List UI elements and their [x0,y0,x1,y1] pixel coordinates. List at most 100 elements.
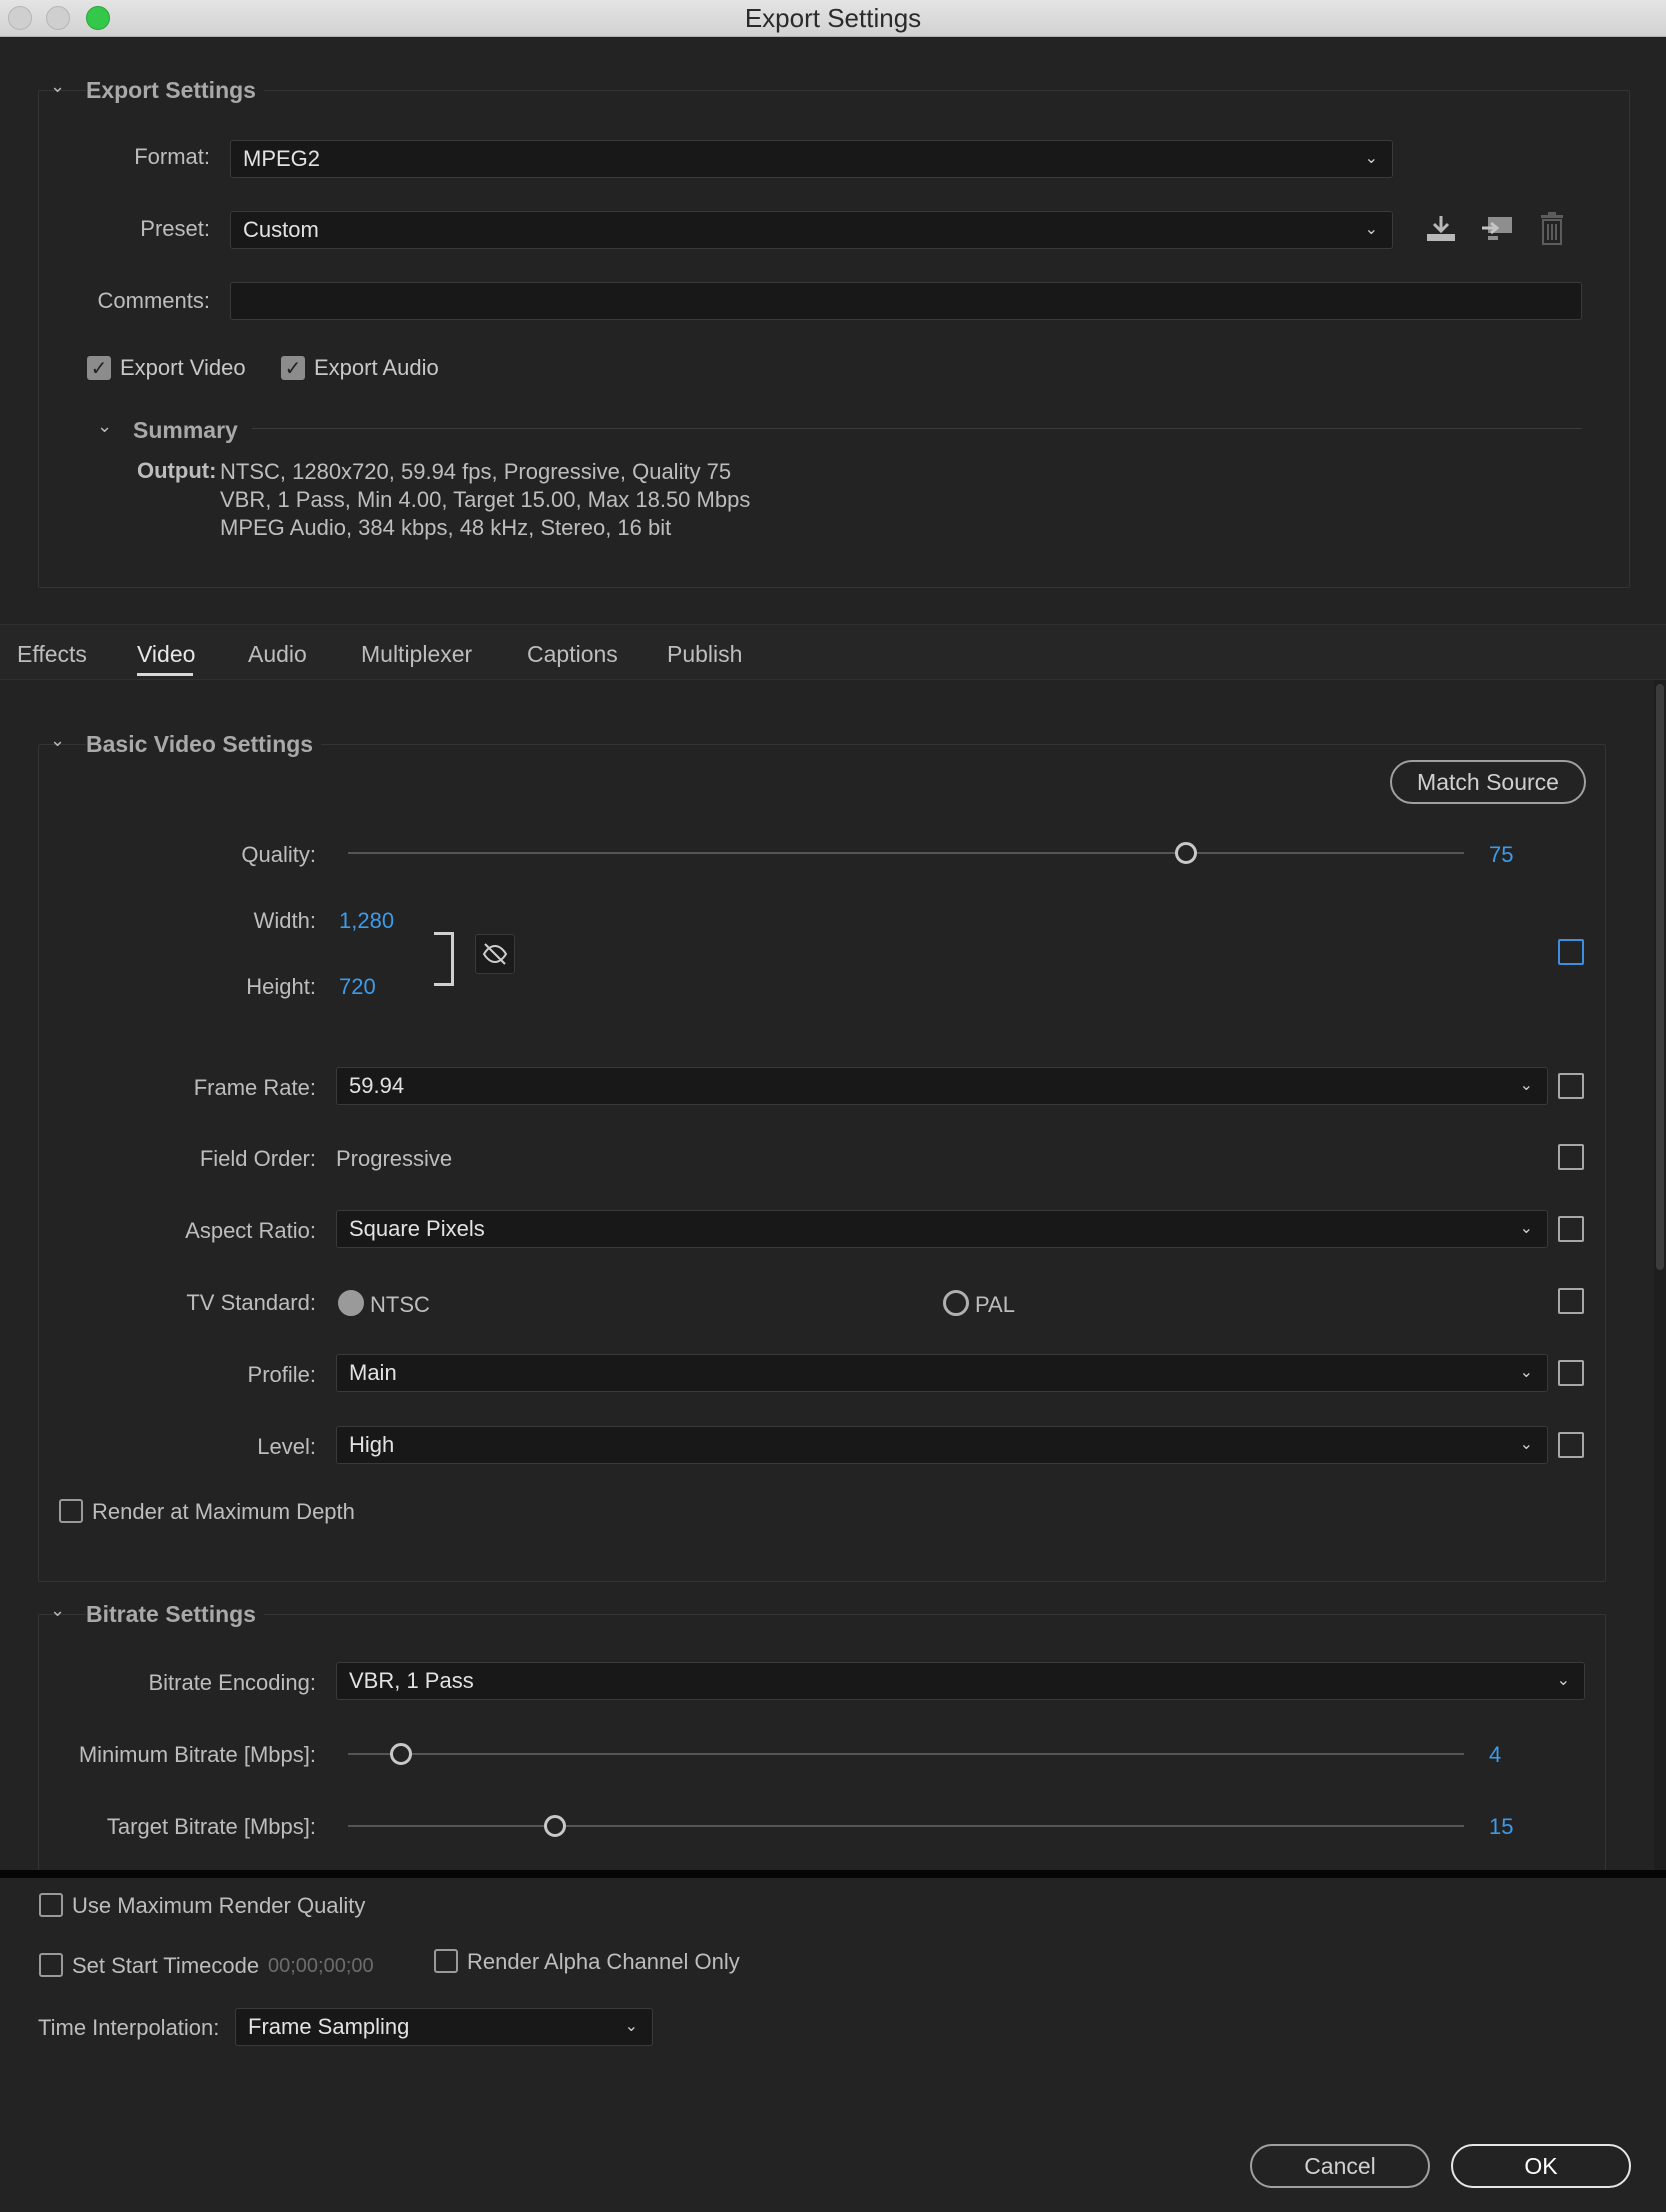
output-line: NTSC, 1280x720, 59.94 fps, Progressive, … [220,459,732,484]
trash-icon[interactable] [1538,212,1566,252]
tab-publish[interactable]: Publish [667,641,742,668]
save-preset-icon[interactable] [1424,214,1458,250]
footer-divider [0,1870,1666,1878]
chevron-down-icon[interactable]: ⌄ [50,1600,65,1621]
pal-radio[interactable] [943,1290,969,1316]
tab-multiplexer[interactable]: Multiplexer [361,641,472,668]
export-audio-checkbox[interactable]: ✓ [281,356,305,380]
frame-rate-match-checkbox[interactable] [1558,1073,1584,1099]
format-value: MPEG2 [243,146,321,171]
output-line: VBR, 1 Pass, Min 4.00, Target 15.00, Max… [220,487,751,512]
preset-label: Preset: [140,216,210,241]
width-value[interactable]: 1,280 [339,908,394,934]
scrollbar-thumb[interactable] [1656,684,1664,1270]
preset-value: Custom [243,217,319,242]
profile-value: Main [349,1360,397,1385]
quality-slider-handle[interactable] [1175,842,1197,864]
height-label: Height: [246,974,316,999]
bitrate-encoding-label: Bitrate Encoding: [148,1670,316,1695]
chevron-down-icon[interactable]: ⌄ [97,416,112,437]
window-title: Export Settings [744,3,922,33]
profile-dropdown[interactable]: Main ⌄ [336,1354,1548,1392]
field-order-value: Progressive [336,1146,453,1171]
tab-bar: Effects Video Audio Multiplexer Captions… [0,624,1666,680]
active-tab-indicator [137,673,193,676]
match-source-button[interactable]: Match Source [1390,760,1586,804]
profile-label: Profile: [247,1362,316,1387]
target-bitrate-slider-handle[interactable] [544,1815,566,1837]
min-bitrate-slider[interactable] [348,1753,1464,1755]
format-label: Format: [134,144,210,169]
output-line: MPEG Audio, 384 kbps, 48 kHz, Stereo, 16… [220,515,672,540]
max-render-quality-label: Use Maximum Render Quality [72,1893,366,1918]
chevron-down-icon: ⌄ [1364,221,1378,238]
comments-field[interactable] [230,282,1582,320]
preset-dropdown[interactable]: Custom ⌄ [230,211,1393,249]
time-interpolation-value: Frame Sampling [248,2014,410,2039]
aspect-ratio-match-checkbox[interactable] [1558,1216,1584,1242]
cancel-button[interactable]: Cancel [1250,2144,1430,2188]
time-interpolation-dropdown[interactable]: Frame Sampling ⌄ [235,2008,653,2046]
bitrate-encoding-value: VBR, 1 Pass [349,1668,474,1693]
profile-match-checkbox[interactable] [1558,1360,1584,1386]
bitrate-title: Bitrate Settings [86,1601,264,1628]
comments-label: Comments: [97,288,210,313]
format-dropdown[interactable]: MPEG2 ⌄ [230,140,1393,178]
summary-title: Summary [133,417,238,443]
chevron-down-icon: ⌄ [1556,1672,1570,1689]
level-dropdown[interactable]: High ⌄ [336,1426,1548,1464]
ntsc-label: NTSC [370,1292,430,1317]
render-max-depth-checkbox[interactable] [59,1499,83,1523]
ntsc-radio[interactable] [338,1290,364,1316]
title-bar: Export Settings [0,0,1666,37]
pal-label: PAL [975,1292,1015,1317]
scrollbar-track[interactable] [1654,680,1666,1870]
frame-rate-dropdown[interactable]: 59.94 ⌄ [336,1067,1548,1105]
chevron-down-icon: ⌄ [1519,1436,1533,1453]
render-alpha-checkbox[interactable] [434,1949,458,1973]
frame-rate-label: Frame Rate: [193,1075,316,1100]
start-timecode-value[interactable]: 00;00;00;00 [268,1955,374,1978]
quality-label: Quality: [241,842,316,867]
export-settings-title: Export Settings [86,77,264,104]
set-start-timecode-checkbox[interactable] [39,1953,63,1977]
aspect-ratio-label: Aspect Ratio: [185,1218,316,1243]
chevron-down-icon: ⌄ [624,2018,638,2035]
ok-button[interactable]: OK [1451,2144,1631,2188]
chevron-down-icon: ⌄ [1519,1364,1533,1381]
import-preset-icon[interactable] [1480,214,1514,250]
export-video-label: Export Video [120,355,246,380]
unlink-icon[interactable] [475,934,515,974]
tab-audio[interactable]: Audio [248,641,307,668]
tab-video[interactable]: Video [137,641,195,668]
render-alpha-label: Render Alpha Channel Only [467,1949,740,1974]
quality-slider[interactable] [348,852,1464,854]
chevron-down-icon[interactable]: ⌄ [50,76,65,97]
level-match-checkbox[interactable] [1558,1432,1584,1458]
bitrate-encoding-dropdown[interactable]: VBR, 1 Pass ⌄ [336,1662,1585,1700]
min-bitrate-value[interactable]: 4 [1489,1742,1501,1768]
target-bitrate-value[interactable]: 15 [1489,1814,1513,1840]
min-bitrate-slider-handle[interactable] [390,1743,412,1765]
chevron-down-icon[interactable]: ⌄ [50,730,65,751]
chevron-down-icon: ⌄ [1364,150,1378,167]
field-order-match-checkbox[interactable] [1558,1144,1584,1170]
quality-value[interactable]: 75 [1489,842,1513,868]
max-render-quality-checkbox[interactable] [39,1893,63,1917]
tab-captions[interactable]: Captions [527,641,618,668]
target-bitrate-slider[interactable] [348,1825,1464,1827]
export-video-checkbox[interactable]: ✓ [87,356,111,380]
tab-effects[interactable]: Effects [17,641,87,668]
link-bracket [434,932,454,986]
match-dimensions-checkbox[interactable] [1558,939,1584,965]
tv-standard-match-checkbox[interactable] [1558,1288,1584,1314]
height-value[interactable]: 720 [339,974,376,1000]
chevron-down-icon: ⌄ [1519,1220,1533,1237]
level-value: High [349,1432,395,1457]
aspect-ratio-value: Square Pixels [349,1216,485,1241]
tv-standard-label: TV Standard: [186,1290,316,1315]
field-order-label: Field Order: [199,1146,316,1171]
output-label: Output: [137,458,217,483]
aspect-ratio-dropdown[interactable]: Square Pixels ⌄ [336,1210,1548,1248]
frame-rate-value: 59.94 [349,1073,405,1098]
